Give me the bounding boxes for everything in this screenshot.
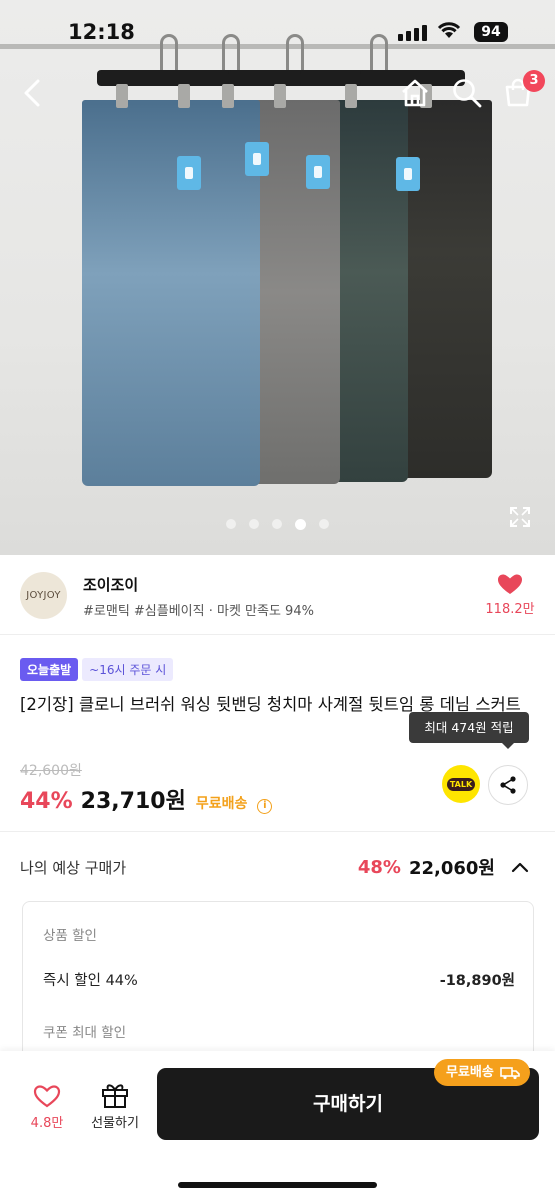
order-cutoff-badge: ~16시 주문 시 [82, 658, 174, 681]
bottom-action-bar: 4.8만 선물하기 구매하기 무료배송 [0, 1051, 555, 1200]
kakaotalk-share-button[interactable]: TALK [442, 765, 480, 803]
fullscreen-icon[interactable] [508, 505, 532, 529]
divider [0, 831, 555, 832]
expected-price-toggle[interactable]: 48% 22,060원 [358, 854, 531, 880]
delivery-badges: 오늘출발 ~16시 주문 시 [20, 658, 174, 681]
share-button[interactable] [488, 765, 528, 805]
chevron-up-icon[interactable] [509, 859, 531, 875]
clip [116, 84, 128, 108]
sale-price: 23,710원 [80, 789, 186, 814]
product-image-carousel[interactable]: 12:18 94 3 [0, 0, 555, 555]
wifi-icon [437, 22, 461, 38]
carousel-dot-active[interactable] [295, 518, 306, 530]
free-shipping-label: 무료배송 [195, 796, 248, 812]
instant-discount-value: -18,890원 [439, 973, 515, 989]
seller-like-heart-icon[interactable] [490, 572, 530, 596]
expected-discount: 48% [357, 856, 401, 878]
clip [345, 84, 357, 108]
signal-icon [398, 25, 427, 41]
instant-discount-row: 즉시 할인 44% -18,890원 [43, 969, 515, 990]
info-icon[interactable]: i [257, 799, 273, 814]
seller-row[interactable]: JOYJOY 조이조이 #로맨틱 #심플베이직 · 마켓 만족도 94% 118… [0, 555, 555, 635]
gift-label[interactable]: 선물하기 [80, 1112, 150, 1131]
status-bar: 12:18 94 [0, 0, 555, 62]
price-tag [245, 142, 269, 176]
seller-logo[interactable]: JOYJOY [20, 572, 67, 619]
clip [222, 84, 234, 108]
expected-price-label: 나의 예상 구매가 [20, 859, 127, 877]
carousel-dot[interactable] [249, 519, 259, 529]
price-tag [396, 157, 420, 191]
clip [178, 84, 190, 108]
home-icon[interactable] [399, 78, 431, 108]
carousel-indicator [226, 518, 329, 530]
seller-like-count: 118.2만 [485, 602, 535, 617]
price-tag [306, 155, 330, 189]
status-time: 12:18 [68, 20, 135, 44]
seller-name[interactable]: 조이조이 [83, 574, 138, 595]
today-shipping-badge: 오늘출발 [20, 658, 79, 681]
free-shipping-pill: 무료배송 [434, 1059, 530, 1086]
wishlist-heart-icon[interactable] [24, 1083, 70, 1109]
instant-discount-label: 즉시 할인 44% [43, 973, 138, 989]
carousel-dot[interactable] [226, 519, 236, 529]
search-icon[interactable] [451, 77, 483, 109]
discount-breakdown-panel: 상품 할인 즉시 할인 44% -18,890원 쿠폰 최대 할인 [22, 901, 534, 1071]
wishlist-count: 4.8만 [30, 1116, 64, 1131]
truck-icon [500, 1066, 520, 1079]
carousel-dot[interactable] [272, 519, 282, 529]
coupon-discount-heading: 쿠폰 최대 할인 [43, 1025, 127, 1041]
blue-skirt [82, 100, 260, 486]
original-price: 42,600원 [20, 763, 82, 779]
kakaotalk-icon: TALK [446, 777, 476, 791]
price-tag [177, 156, 201, 190]
discount-rate: 44% [20, 789, 73, 814]
clip [274, 84, 286, 108]
carousel-dot[interactable] [319, 519, 329, 529]
battery-indicator: 94 [474, 22, 508, 42]
seller-meta: #로맨틱 #심플베이직 · 마켓 만족도 94% [83, 604, 314, 619]
gift-icon[interactable] [92, 1081, 138, 1109]
cart-count-badge: 3 [523, 70, 545, 92]
free-shipping-pill-label: 무료배송 [446, 1065, 494, 1080]
price-row: 44% 23,710원 무료배송 i [20, 783, 273, 815]
points-tooltip: 최대 474원 적립 [409, 712, 529, 749]
home-indicator [178, 1182, 377, 1188]
expected-price: 22,060원 [408, 858, 495, 879]
share-icon [500, 776, 516, 794]
product-discount-heading: 상품 할인 [43, 928, 97, 944]
back-icon[interactable] [20, 78, 46, 108]
